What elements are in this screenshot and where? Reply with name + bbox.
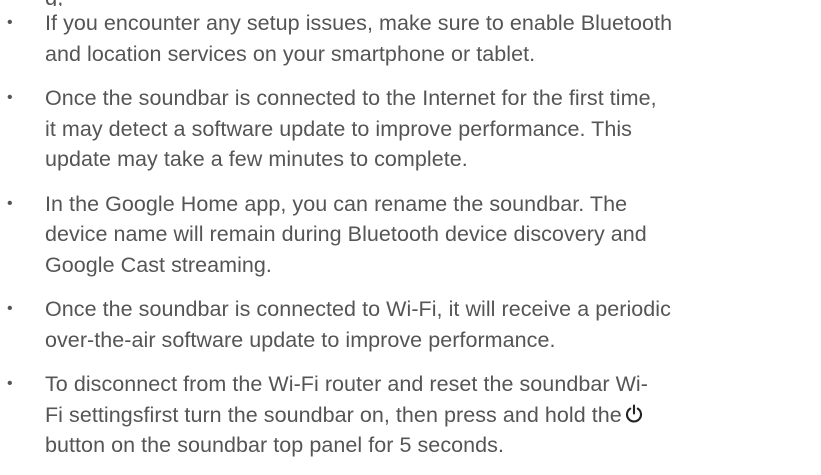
list-item-text: update may take a few minutes to complet… [45, 147, 468, 171]
list-item-text: If you encounter any setup issues, make … [45, 11, 673, 35]
bullet-marker: • [7, 375, 13, 392]
list-item-text: Google Cast streaming. [45, 252, 272, 277]
bullet-marker: • [7, 194, 13, 212]
bullet-marker: • [7, 300, 13, 317]
list-item-text: device name will remain during Bluetooth… [45, 222, 647, 246]
list-item-text: it may detect a software update to impro… [45, 116, 632, 141]
clipped-previous-line: g, [0, 0, 821, 6]
document-page: g, • If you encounter any setup issues, … [0, 0, 821, 457]
list-item-text: To disconnect from the Wi-Fi router and … [45, 372, 648, 396]
list-item-text-with-icon: Fi settingsfirst turn the soundbar on, t… [45, 400, 817, 431]
list-item: • In the Google Home app, you can rename… [0, 189, 821, 281]
list-item-text: Once the soundbar is connected to Wi-Fi,… [45, 297, 671, 321]
power-icon [625, 403, 642, 422]
list-item-text: over-the-air software update to improve … [45, 327, 556, 352]
list-item: • Once the soundbar is connected to Wi-F… [0, 294, 821, 355]
list-item-text: and location services on your smartphone… [45, 41, 536, 66]
list-item: • Once the soundbar is connected to the … [0, 83, 821, 175]
list-item: • If you encounter any setup issues, mak… [0, 8, 821, 69]
list-item-text: In the Google Home app, you can rename t… [45, 191, 628, 216]
list-item-text: Fi settingsfirst turn the soundbar on, t… [45, 402, 622, 427]
bullet-marker: • [7, 14, 13, 31]
bullet-list: • If you encounter any setup issues, mak… [0, 8, 821, 475]
list-item-text: Once the soundbar is connected to the In… [45, 86, 657, 110]
list-item-text: button on the soundbar top panel for 5 s… [45, 433, 504, 457]
bullet-marker: • [7, 89, 13, 106]
list-item: • To disconnect from the Wi-Fi router an… [0, 369, 821, 461]
